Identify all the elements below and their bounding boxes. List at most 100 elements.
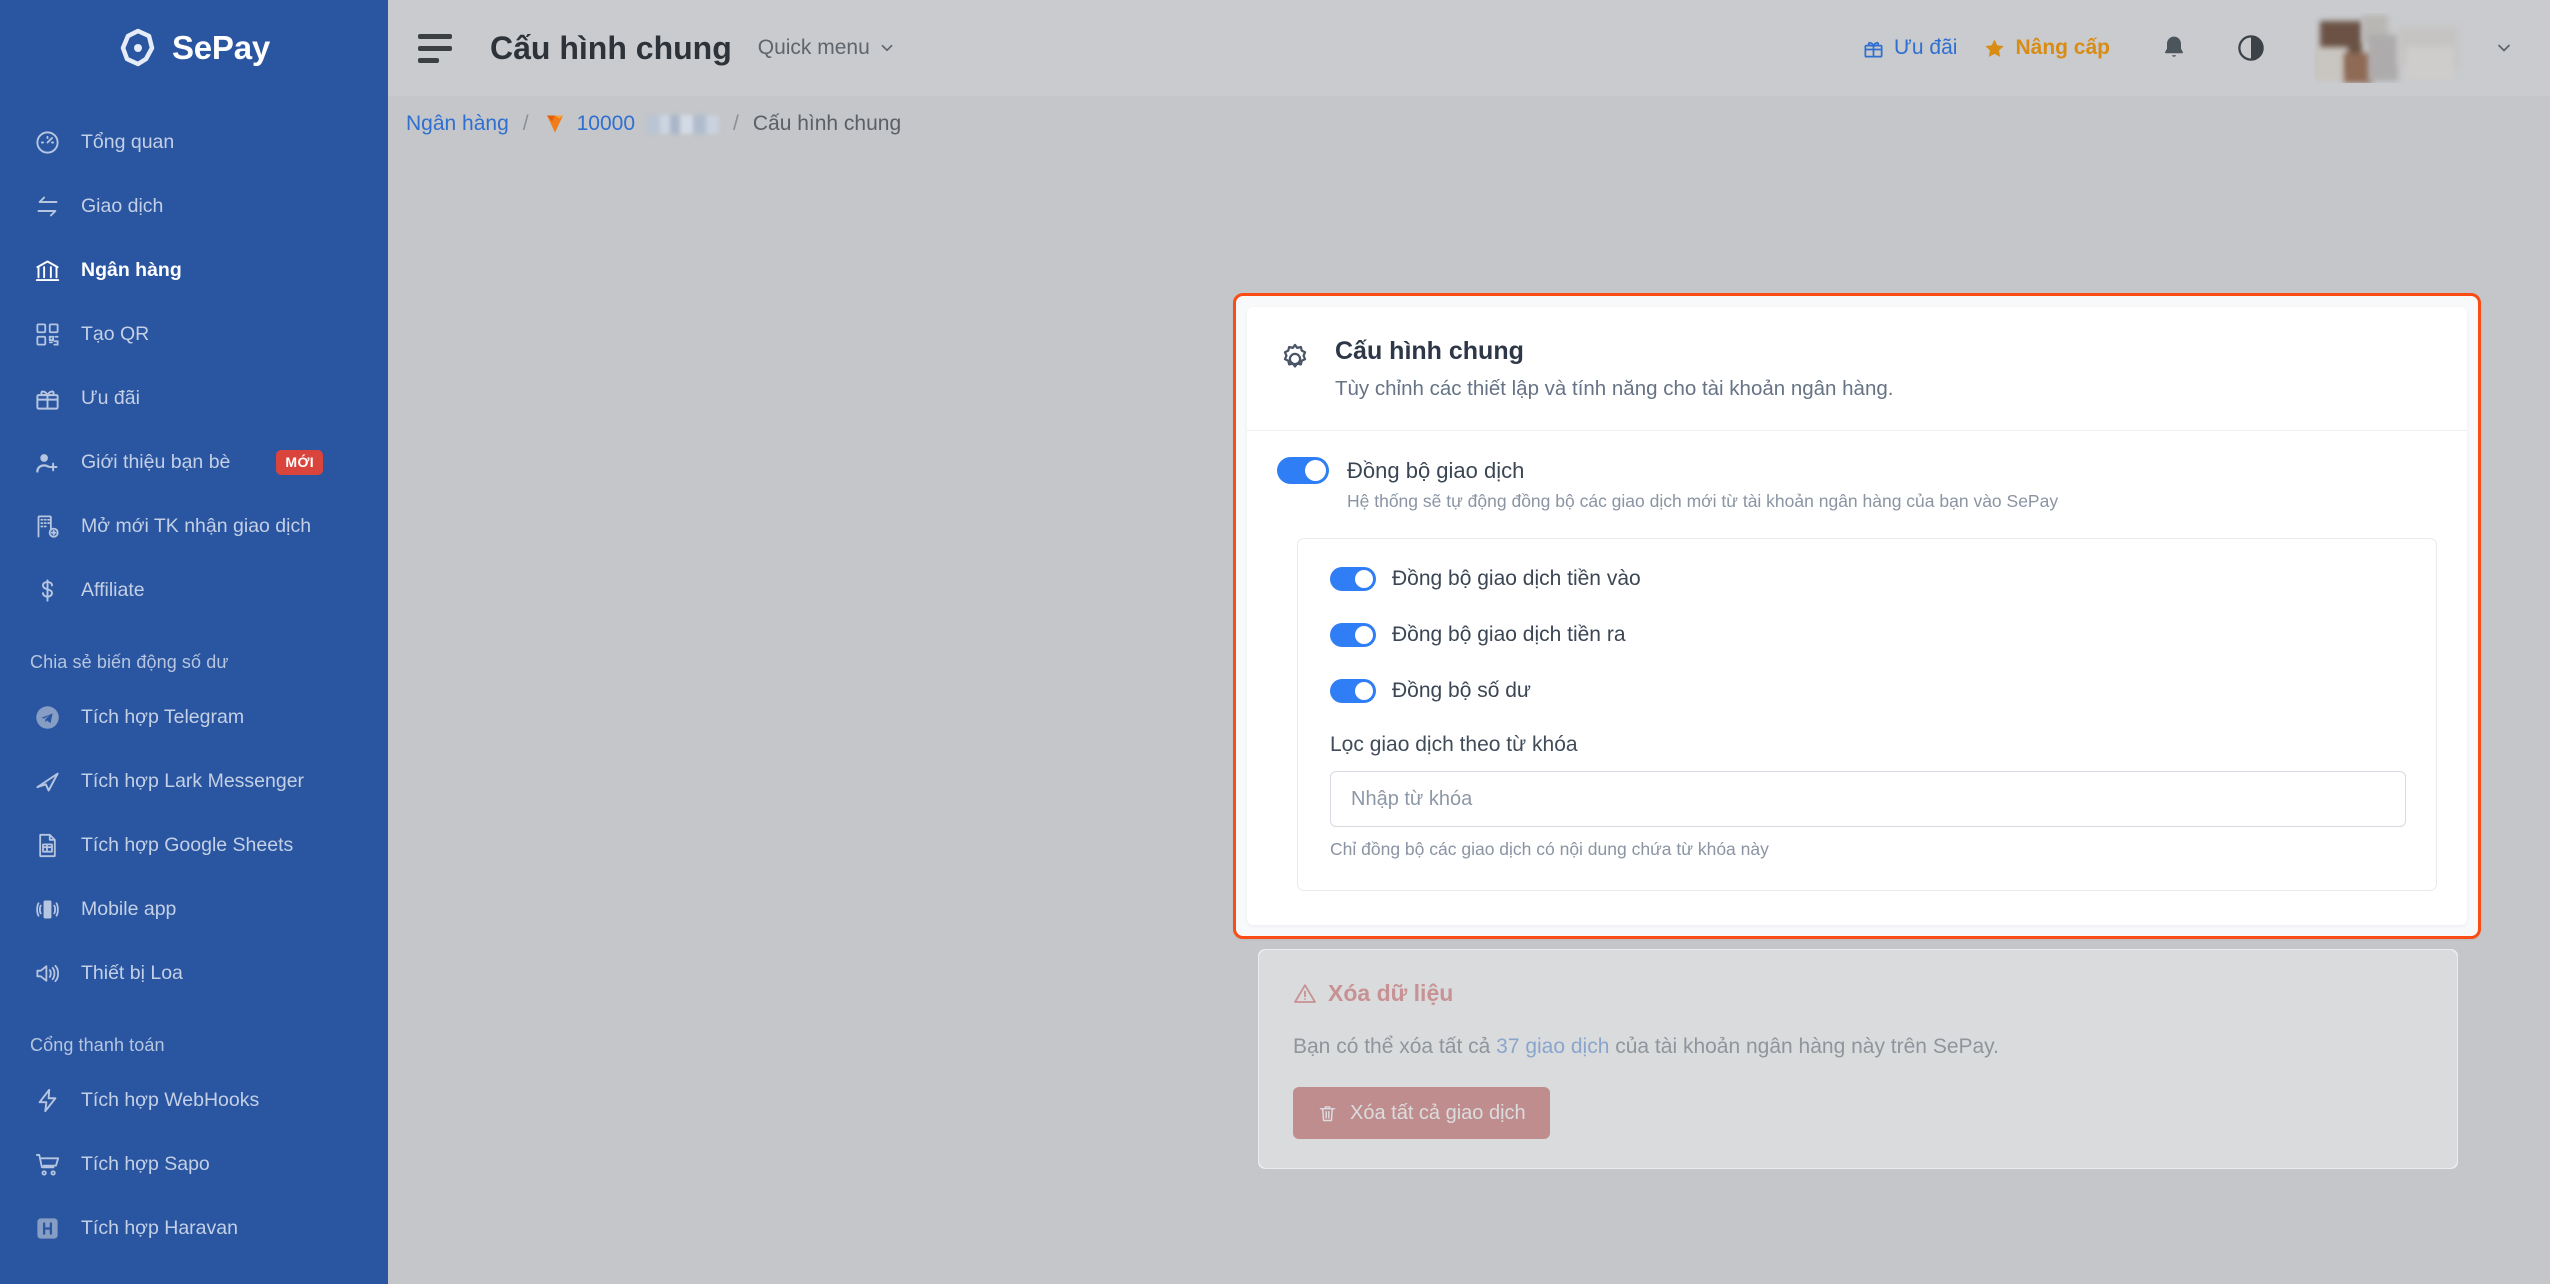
sync-balance-row: Đồng bộ số dư <box>1330 679 2406 704</box>
promo-link[interactable]: Ưu đãi <box>1862 36 1957 60</box>
gift-icon <box>34 385 61 412</box>
lark-icon <box>34 768 61 795</box>
sidebar-item-giao-dich[interactable]: Giao dịch <box>0 174 388 238</box>
sidebar-item-label: Tích hợp Lark Messenger <box>81 769 305 792</box>
sidebar-item-thiet-bi-loa[interactable]: Thiết bị Loa <box>0 941 388 1005</box>
sidebar-item-label: Tích hợp Haravan <box>81 1216 238 1239</box>
upgrade-link[interactable]: Nâng cấp <box>1983 36 2110 60</box>
sidebar-item-gioi-thieu-ban-be[interactable]: Giới thiệu bạn bè MỚI <box>0 430 388 494</box>
delete-data-title: Xóa dữ liệu <box>1293 980 2423 1007</box>
sync-balance-toggle[interactable] <box>1330 679 1376 704</box>
sidebar-item-label: Thiết bị Loa <box>81 961 183 984</box>
breadcrumb-separator: / <box>522 112 529 135</box>
chevron-down-icon <box>878 39 896 57</box>
transfer-icon <box>34 193 61 220</box>
sidebar-item-google-sheets[interactable]: Tích hợp Google Sheets <box>0 813 388 877</box>
sidebar-item-affiliate[interactable]: Affiliate <box>0 558 388 622</box>
brand-logo-area[interactable]: SePay <box>0 0 388 96</box>
sidebar-item-tao-qr[interactable]: Tạo QR <box>0 302 388 366</box>
sync-transactions-row: Đồng bộ giao dịch <box>1277 457 2437 485</box>
delete-data-description: Bạn có thể xóa tất cả 37 giao dịch của t… <box>1293 1035 2423 1059</box>
user-plus-icon <box>34 449 61 476</box>
bank-logo-icon <box>543 112 567 136</box>
keyword-filter-label: Lọc giao dịch theo từ khóa <box>1330 733 1578 757</box>
sync-transactions-description: Hệ thống sẽ tự động đồng bộ các giao dịc… <box>1347 491 2059 512</box>
sidebar-item-sapo[interactable]: Tích hợp Sapo <box>0 1132 388 1196</box>
quick-menu-dropdown[interactable]: Quick menu <box>758 36 896 60</box>
sidebar-item-label: Tạo QR <box>81 322 150 345</box>
sidebar-section-share: Chia sẻ biến động số dư <box>30 652 229 672</box>
brand-name: SePay <box>171 29 271 66</box>
notifications-button[interactable] <box>2160 34 2188 62</box>
sidebar-item-label: Tích hợp WebHooks <box>81 1088 260 1111</box>
cart-icon <box>34 1151 61 1178</box>
sidebar-item-tong-quan[interactable]: Tổng quan <box>0 110 388 174</box>
keyword-filter-input[interactable] <box>1330 771 2406 828</box>
delete-data-card: Xóa dữ liệu Bạn có thể xóa tất cả 37 gia… <box>1258 949 2458 1169</box>
sidebar-item-label: Tích hợp Google Sheets <box>81 833 294 856</box>
breadcrumb-bank-link[interactable]: Ngân hàng <box>406 112 509 136</box>
sidebar-nav: Tổng quan Giao dịch Ngân hàng Tạo QR Ưu … <box>0 96 388 1260</box>
sync-outgoing-row: Đồng bộ giao dịch tiền ra <box>1330 623 2406 648</box>
sidebar-item-label: Affiliate <box>81 578 145 601</box>
sync-outgoing-label: Đồng bộ giao dịch tiền ra <box>1392 623 1626 647</box>
sidebar-item-webhooks[interactable]: Tích hợp WebHooks <box>0 1068 388 1132</box>
promo-label: Ưu đãi <box>1893 36 1958 59</box>
breadcrumb-account-link[interactable]: 10000 <box>543 112 720 136</box>
avatar-blur-part <box>2368 35 2398 81</box>
account-menu-chevron-down-icon[interactable] <box>2494 38 2514 58</box>
upgrade-label: Nâng cấp <box>2015 36 2110 59</box>
config-card: Cấu hình chung Tùy chỉnh các thiết lập v… <box>1247 307 2467 925</box>
sepay-logo-icon <box>118 28 158 68</box>
sidebar-item-mobile-app[interactable]: Mobile app <box>0 877 388 941</box>
qr-icon <box>34 321 61 348</box>
delete-all-transactions-button[interactable]: Xóa tất cả giao dịch <box>1293 1087 1550 1139</box>
page-title: Cấu hình chung <box>490 29 732 66</box>
trash-icon <box>1317 1103 1338 1124</box>
avatar[interactable] <box>2314 13 2464 83</box>
sidebar-item-ngan-hang[interactable]: Ngân hàng <box>0 238 388 302</box>
sidebar-item-label: Mobile app <box>81 897 177 920</box>
sidebar-item-uu-dai[interactable]: Ưu đãi <box>0 366 388 430</box>
sync-transactions-toggle[interactable] <box>1277 457 1329 485</box>
sync-incoming-label: Đồng bộ giao dịch tiền vào <box>1392 567 1641 591</box>
config-card-highlight: Cấu hình chung Tùy chỉnh các thiết lập v… <box>1233 293 2481 939</box>
main-area: Cấu hình chung Quick menu Ưu đãi Nâng cấ… <box>388 0 2550 1284</box>
star-icon <box>1983 37 2006 60</box>
avatar-blur-part <box>2314 47 2348 81</box>
mobile-icon <box>34 896 61 923</box>
quick-menu-label: Quick menu <box>757 36 870 59</box>
bell-icon <box>2160 34 2188 62</box>
delete-data-text-after: của tài khoản ngân hàng này trên SePay. <box>1609 1035 1999 1058</box>
sync-outgoing-toggle[interactable] <box>1330 623 1376 648</box>
theme-toggle-button[interactable] <box>2236 33 2266 63</box>
transactions-count-link[interactable]: 37 giao dịch <box>1496 1035 1609 1058</box>
config-card-header: Cấu hình chung Tùy chỉnh các thiết lập v… <box>1247 307 2467 432</box>
sidebar-item-label: Tổng quan <box>81 130 175 153</box>
sidebar-item-telegram[interactable]: Tích hợp Telegram <box>0 685 388 749</box>
warning-triangle-icon <box>1293 982 1317 1006</box>
menu-toggle-icon[interactable] <box>418 33 458 63</box>
sync-balance-label: Đồng bộ số dư <box>1392 679 1531 703</box>
breadcrumb-separator: / <box>733 112 739 135</box>
sidebar-item-lark[interactable]: Tích hợp Lark Messenger <box>0 749 388 813</box>
sidebar-item-label: Giao dịch <box>81 194 164 217</box>
sync-options-panel: Đồng bộ giao dịch tiền vào Đồng bộ giao … <box>1297 538 2437 892</box>
config-card-subtitle: Tùy chỉnh các thiết lập và tính năng cho… <box>1335 376 1894 400</box>
topbar: Cấu hình chung Quick menu Ưu đãi Nâng cấ… <box>388 0 2550 96</box>
sync-incoming-toggle[interactable] <box>1330 567 1376 592</box>
sidebar-item-label: Mở mới TK nhận giao dịch <box>81 514 312 537</box>
sidebar-item-mo-moi-tk[interactable]: Mở mới TK nhận giao dịch <box>0 494 388 558</box>
gift-icon <box>1862 37 1885 60</box>
gauge-icon <box>34 129 61 156</box>
speaker-icon <box>34 960 61 987</box>
gear-icon <box>1277 341 1313 377</box>
delete-data-text-before: Bạn có thể xóa tất cả <box>1293 1035 1497 1058</box>
avatar-blur-part <box>2406 47 2454 79</box>
sheets-icon <box>34 832 61 859</box>
sidebar: SePay Tổng quan Giao dịch Ngân hàng Tạo … <box>0 0 388 1284</box>
masked-account-suffix <box>647 114 720 134</box>
contrast-icon <box>2236 33 2266 63</box>
sidebar-item-haravan[interactable]: Tích hợp Haravan <box>0 1196 388 1260</box>
config-card-header-text: Cấu hình chung Tùy chỉnh các thiết lập v… <box>1335 335 1893 402</box>
